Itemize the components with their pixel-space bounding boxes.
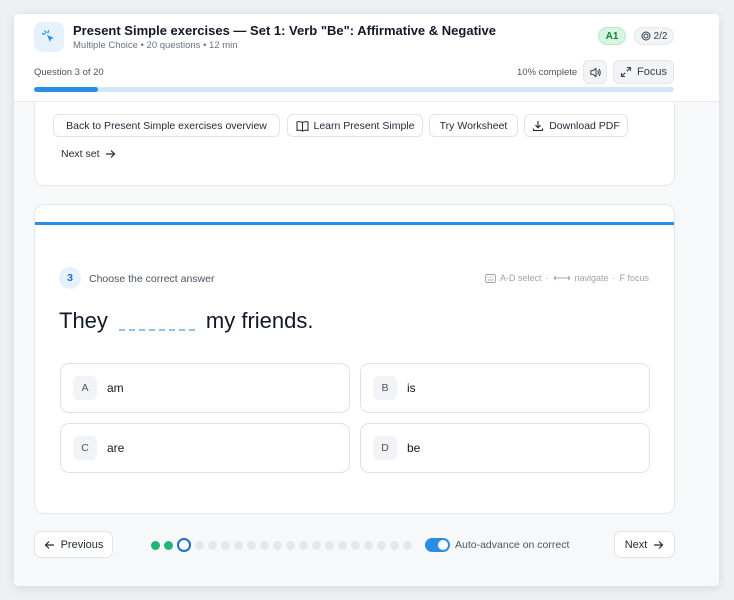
auto-advance-label: Auto-advance on correct: [455, 539, 570, 551]
question-dot-answered[interactable]: [164, 540, 173, 550]
learn-present-simple-label: Learn Present Simple: [313, 119, 415, 132]
previous-label: Previous: [60, 538, 104, 551]
question-dot[interactable]: [390, 540, 399, 550]
question-card: 3 Choose the correct answer A-D select ·: [34, 204, 675, 514]
auto-advance-toggle[interactable]: [425, 538, 450, 552]
question-dot[interactable]: [325, 540, 334, 550]
option-letter: D: [373, 436, 397, 460]
option-b[interactable]: B is: [360, 363, 650, 413]
previous-button[interactable]: Previous: [34, 531, 113, 558]
question-dot[interactable]: [338, 540, 347, 550]
arrow-right-icon: [653, 540, 664, 550]
question-number-badge: 3: [59, 267, 81, 289]
expand-icon: [620, 66, 632, 78]
option-a[interactable]: A am: [60, 363, 350, 413]
question-navigator-dots: [151, 538, 412, 552]
question-dot[interactable]: [351, 540, 360, 550]
separator-dot: ·: [545, 273, 549, 283]
left-right-arrows-icon: [552, 275, 571, 281]
download-icon: [532, 120, 544, 132]
arrow-left-icon: [44, 540, 55, 550]
keyboard-shortcuts-hint: A-D select · navigate · F focus: [485, 273, 649, 283]
download-pdf-button[interactable]: Download PDF: [524, 114, 628, 137]
question-sentence: They my friends.: [59, 308, 314, 334]
book-icon: [296, 120, 309, 132]
question-instruction: Choose the correct answer: [89, 273, 215, 285]
option-text: am: [107, 381, 124, 395]
question-progress-label: Question 3 of 20: [34, 67, 104, 78]
next-set-link[interactable]: Next set: [61, 148, 116, 160]
resource-links-card: Back to Present Simple exercises overvie…: [34, 102, 675, 186]
progress-bar: [34, 87, 674, 92]
progress-bar-fill: [34, 87, 98, 92]
separator-dot: ·: [612, 273, 616, 283]
option-letter: B: [373, 376, 397, 400]
question-dot[interactable]: [403, 540, 412, 550]
page-title: Present Simple exercises — Set 1: Verb "…: [73, 23, 496, 38]
layers-icon: [641, 31, 651, 41]
arrow-right-icon: [105, 149, 116, 159]
next-label: Next: [624, 538, 648, 551]
set-count-text: 2/2: [653, 30, 668, 42]
focus-label: Focus: [637, 66, 667, 78]
shortcut-select-hint: A-D select: [500, 273, 542, 283]
shortcut-focus-hint: F focus: [619, 273, 650, 283]
question-dot[interactable]: [260, 540, 269, 550]
exercise-meta: Multiple Choice • 20 questions • 12 min: [73, 40, 238, 51]
answer-blank: [118, 317, 195, 331]
question-dot[interactable]: [247, 540, 256, 550]
question-card-accent-bar: [35, 222, 674, 225]
focus-button[interactable]: Focus: [613, 60, 674, 84]
option-text: is: [407, 381, 416, 395]
question-dot[interactable]: [208, 540, 217, 550]
option-d[interactable]: D be: [360, 423, 650, 473]
option-text: be: [407, 441, 421, 455]
option-letter: C: [73, 436, 97, 460]
set-count-badge[interactable]: 2/2: [634, 27, 674, 45]
sentence-end: my friends.: [205, 308, 314, 333]
question-dot[interactable]: [273, 540, 282, 550]
sentence-start: They: [59, 308, 108, 333]
percent-complete-label: 10% complete: [517, 67, 578, 78]
option-text: are: [107, 441, 125, 455]
question-dot[interactable]: [286, 540, 295, 550]
speaker-icon: [589, 66, 602, 79]
try-worksheet-button[interactable]: Try Worksheet: [429, 114, 518, 137]
keyboard-icon: [485, 273, 496, 283]
back-to-overview-button[interactable]: Back to Present Simple exercises overvie…: [53, 114, 280, 137]
back-to-overview-label: Back to Present Simple exercises overvie…: [66, 119, 267, 132]
exercise-header: Present Simple exercises — Set 1: Verb "…: [14, 14, 719, 102]
question-dot[interactable]: [195, 540, 204, 550]
app-window: Present Simple exercises — Set 1: Verb "…: [14, 14, 719, 586]
try-worksheet-label: Try Worksheet: [439, 119, 508, 132]
next-set-label: Next set: [61, 148, 100, 160]
question-dot-current[interactable]: [177, 538, 191, 552]
option-letter: A: [73, 376, 97, 400]
option-c[interactable]: C are: [60, 423, 350, 473]
next-button[interactable]: Next: [614, 531, 675, 558]
level-badge: A1: [598, 27, 626, 45]
question-dot-answered[interactable]: [151, 540, 160, 550]
question-dot[interactable]: [221, 540, 230, 550]
question-dot[interactable]: [234, 540, 243, 550]
cursor-click-icon: [34, 22, 64, 52]
learn-present-simple-button[interactable]: Learn Present Simple: [287, 114, 423, 137]
sound-button[interactable]: [583, 60, 607, 84]
question-dot[interactable]: [377, 540, 386, 550]
question-dot[interactable]: [364, 540, 373, 550]
question-dot[interactable]: [299, 540, 308, 550]
shortcut-navigate-hint: navigate: [574, 273, 609, 283]
question-dot[interactable]: [312, 540, 321, 550]
download-pdf-label: Download PDF: [549, 119, 620, 132]
